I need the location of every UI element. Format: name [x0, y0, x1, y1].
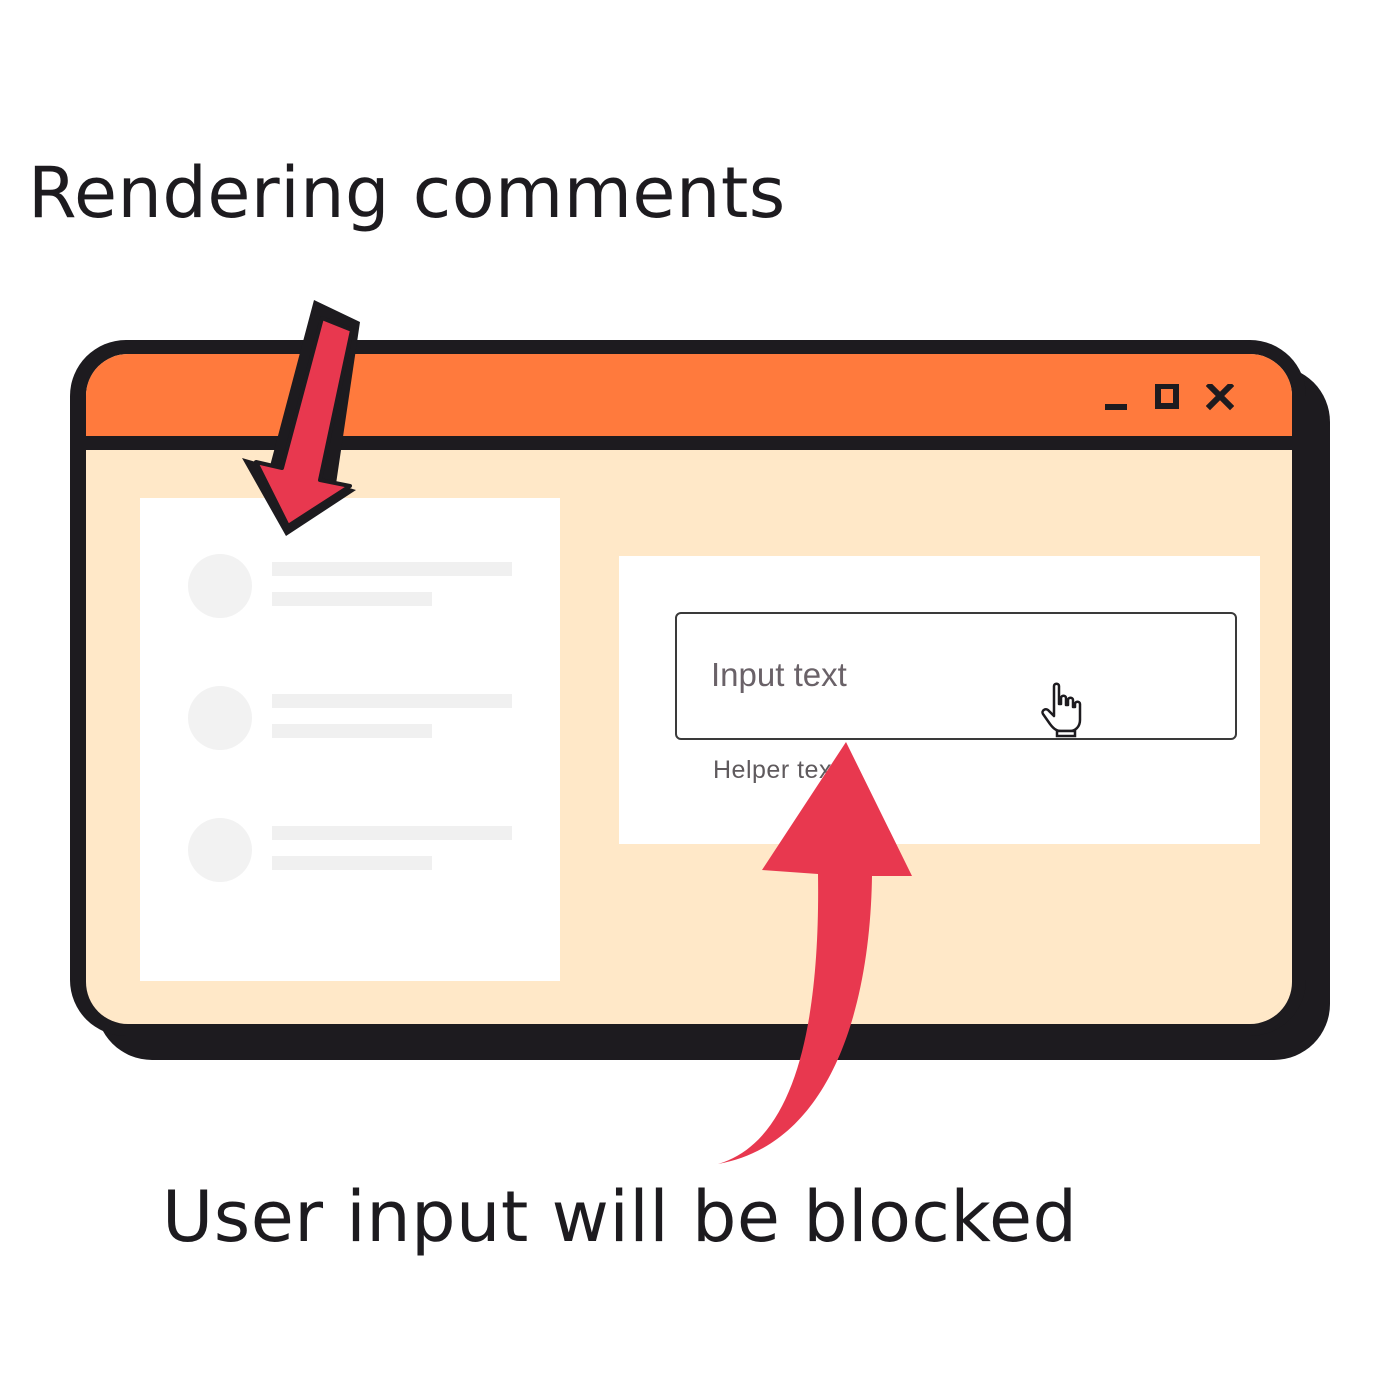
avatar	[188, 686, 252, 750]
comment-text-placeholder	[272, 826, 512, 840]
close-icon[interactable]	[1206, 384, 1234, 412]
comment-text-placeholder	[272, 694, 512, 708]
user-input-blocked-caption: User input will be blocked	[162, 1176, 1078, 1258]
comments-panel	[140, 498, 560, 981]
comment-text-placeholder	[272, 562, 512, 576]
window-titlebar[interactable]	[86, 354, 1292, 450]
avatar	[188, 554, 252, 618]
helper-text: Helper text	[713, 756, 840, 784]
comment-meta-placeholder	[272, 856, 432, 870]
comment-meta-placeholder	[272, 592, 432, 606]
maximize-icon[interactable]	[1154, 384, 1182, 412]
comment-skeleton	[188, 554, 518, 620]
input-panel: Helper text	[619, 556, 1260, 844]
comment-skeleton	[188, 686, 518, 752]
text-input-field[interactable]	[675, 612, 1237, 740]
avatar	[188, 818, 252, 882]
comment-skeleton	[188, 818, 518, 884]
hand-cursor-icon	[1041, 682, 1082, 738]
rendering-comments-caption: Rendering comments	[28, 152, 786, 234]
comment-meta-placeholder	[272, 724, 432, 738]
minimize-icon[interactable]	[1102, 384, 1130, 412]
